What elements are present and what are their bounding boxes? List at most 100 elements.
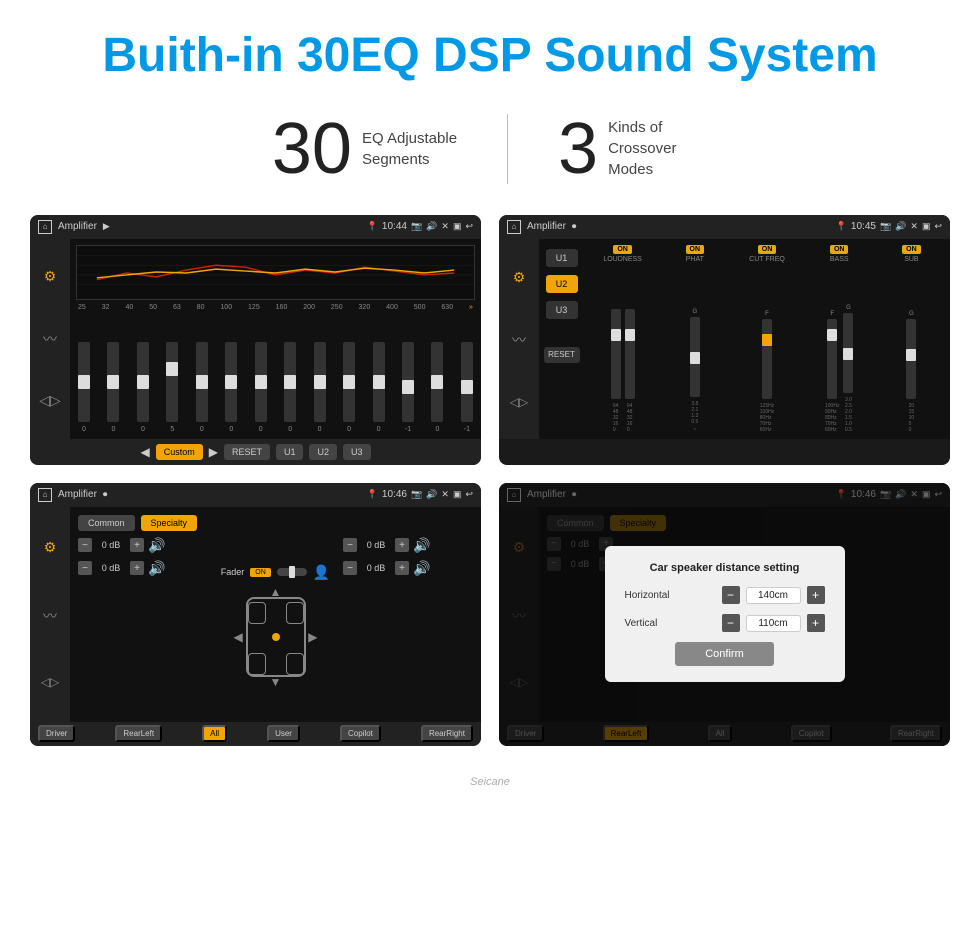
tab-specialty[interactable]: Specialty [141,515,198,531]
sub-slider-g[interactable]: G 20151050 [906,311,916,433]
specialty-pin-icon: 📍 [367,489,378,500]
dialog-horizontal-plus[interactable]: + [807,586,825,604]
eq-u2-btn[interactable]: U2 [309,444,337,460]
preset-u2[interactable]: U2 [546,275,578,293]
preset-reset[interactable]: RESET [544,347,580,363]
dialog-vertical-plus[interactable]: + [807,614,825,632]
crossover-sidebar: ⚙ 〰 ◁▷ [499,239,539,439]
eq-prev-icon[interactable]: ◀ [140,445,149,459]
eq-slider-11[interactable]: -1 [402,342,414,433]
eq-slider-4[interactable]: 0 [196,342,208,433]
specialty-main: Common Specialty − 0 dB + 🔊 − [70,507,481,722]
channel-loudness: ON LOUDNESS 644832160 [588,245,657,433]
eq-u3-btn[interactable]: U3 [343,444,371,460]
loudness-slider[interactable]: 644832160 [611,309,621,433]
eq-topbar-title: Amplifier [58,221,97,232]
specialty-window-icon: ▣ [453,489,462,500]
specialty-vol-icon[interactable]: ◁▷ [41,675,59,689]
dialog-title: Car speaker distance setting [625,562,825,574]
specialty-eq-icon[interactable]: ⚙ [44,539,57,556]
vol-br-plus[interactable]: + [395,561,409,575]
vol-tl-minus[interactable]: − [78,538,92,552]
crossover-main: U1 U2 U3 RESET ON LOUDNESS [539,239,950,439]
crossover-topbar-time: 10:45 [851,221,876,232]
crossover-home-icon[interactable]: ⌂ [507,220,521,234]
preset-u3[interactable]: U3 [546,301,578,319]
specialty-topbar: ⌂ Amplifier ⏺ 📍 10:46 📷 🔊 ✕ ▣ ↩ [30,483,481,507]
btn-all[interactable]: All [202,725,227,742]
arrow-right-icon[interactable]: ▶ [308,630,317,644]
crossover-topbar-left: ⌂ Amplifier ⏺ [507,220,576,234]
cutfreq-slider[interactable]: F 125Hz100Hz80Hz70Hz60Hz [760,311,774,433]
vol-tr-plus[interactable]: + [395,538,409,552]
stat-crossover-label: Kinds ofCrossover Modes [608,117,708,180]
crossover-vol-icon[interactable]: ◁▷ [510,395,528,409]
preset-u1[interactable]: U1 [546,249,578,267]
btn-user[interactable]: User [267,725,300,742]
eq-slider-8[interactable]: 0 [314,342,326,433]
arrow-left-icon[interactable]: ◀ [234,630,243,644]
freq-125: 125 [248,304,260,311]
phat-on-badge[interactable]: ON [686,245,705,254]
eq-slider-7[interactable]: 0 [284,342,296,433]
dialog-horizontal-minus[interactable]: − [722,586,740,604]
eq-wave-icon[interactable]: 〰 [43,329,57,349]
eq-slider-1[interactable]: 0 [107,342,119,433]
eq-reset-btn[interactable]: RESET [224,444,270,460]
freq-250: 250 [331,304,343,311]
btn-copilot[interactable]: Copilot [340,725,381,742]
bass-slider-f[interactable]: F 100Hz90Hz80Hz70Hz60Hz [825,311,839,433]
specialty-camera-icon: 📷 [411,489,422,500]
window-icon: ▣ [453,221,462,232]
confirm-button[interactable]: Confirm [675,642,774,666]
btn-rearright[interactable]: RearRight [421,725,473,742]
eq-next-icon[interactable]: ▶ [209,445,218,459]
tab-common[interactable]: Common [78,515,135,531]
eq-slider-5[interactable]: 0 [225,342,237,433]
eq-slider-0[interactable]: 0 [78,342,90,433]
eq-slider-3[interactable]: 5 [166,342,178,433]
eq-custom-btn[interactable]: Custom [156,444,203,460]
specialty-vol-controls: − 0 dB + 🔊 − 0 dB + 🔊 [78,537,208,714]
back-icon[interactable]: ↩ [465,221,473,232]
fader-on-badge[interactable]: ON [250,568,271,577]
eq-slider-6[interactable]: 0 [255,342,267,433]
eq-slider-9[interactable]: 0 [343,342,355,433]
sub-on-badge[interactable]: ON [902,245,921,254]
bass-slider-g[interactable]: G 3.02.52.01.51.00.5 [843,305,853,433]
loudness-slider-area: 644832160 644832160 [611,267,635,433]
btn-rearleft[interactable]: RearLeft [115,725,162,742]
specialty-wave-icon[interactable]: 〰 [43,606,57,626]
crossover-wave-icon[interactable]: 〰 [512,330,526,350]
cutfreq-on-badge[interactable]: ON [758,245,777,254]
eq-tuning-icon[interactable]: ⚙ [44,268,57,285]
eq-volume-icon[interactable]: ◁▷ [39,392,61,409]
loudness-on-badge[interactable]: ON [613,245,632,254]
home-icon[interactable]: ⌂ [38,220,52,234]
screens-grid: ⌂ Amplifier ▶ 📍 10:44 📷 🔊 ✕ ▣ ↩ ⚙ 〰 ◁▷ [0,215,980,776]
eq-slider-12[interactable]: 0 [431,342,443,433]
eq-u1-btn[interactable]: U1 [276,444,304,460]
vol-tl-plus[interactable]: + [130,538,144,552]
vol-br-minus[interactable]: − [343,561,357,575]
eq-slider-13[interactable]: -1 [461,342,473,433]
specialty-home-icon[interactable]: ⌂ [38,488,52,502]
phat-slider[interactable]: G 3.82.11.30.5 [690,309,700,425]
eq-slider-10[interactable]: 0 [373,342,385,433]
crossover-eq-icon[interactable]: ⚙ [513,269,526,286]
arrow-down-icon[interactable]: ▼ [270,675,282,689]
dialog-vertical-minus[interactable]: − [722,614,740,632]
eq-slider-2[interactable]: 0 [137,342,149,433]
vol-tr-minus[interactable]: − [343,538,357,552]
crossover-pin-icon: 📍 [836,221,847,232]
channel-cutfreq: ON CUT FREQ F 125Hz100Hz80Hz70Hz60Hz [732,245,801,433]
loudness-slider2[interactable]: 644832160 [625,309,635,433]
specialty-back-icon[interactable]: ↩ [465,489,473,500]
vol-bl-plus[interactable]: + [130,561,144,575]
cutfreq-slider-area: F 125Hz100Hz80Hz70Hz60Hz [760,267,774,433]
btn-driver[interactable]: Driver [38,725,75,742]
vol-bl-minus[interactable]: − [78,561,92,575]
fader-slider[interactable] [277,568,307,576]
crossover-back-icon[interactable]: ↩ [934,221,942,232]
bass-on-badge[interactable]: ON [830,245,849,254]
